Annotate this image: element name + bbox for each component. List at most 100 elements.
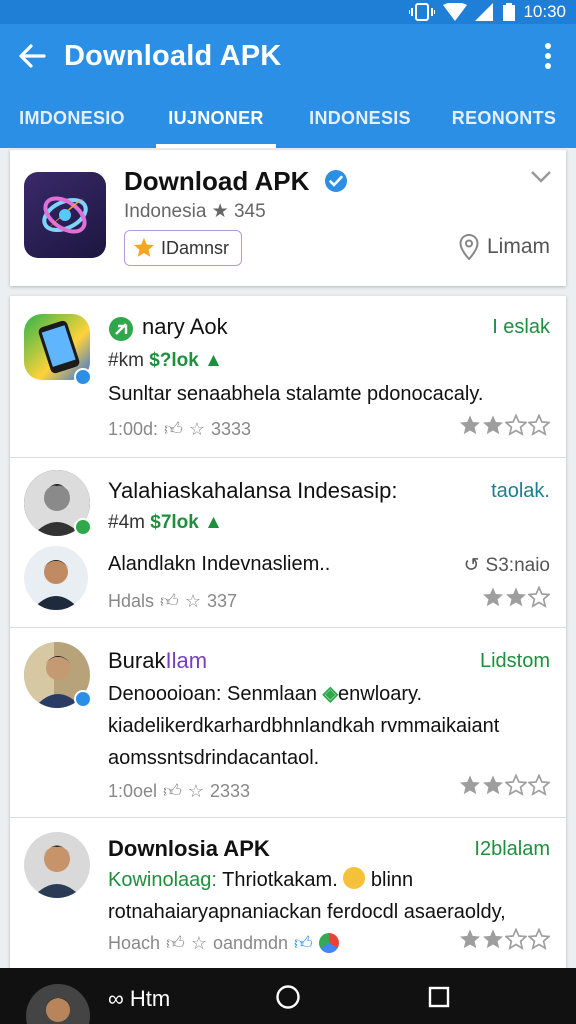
status-dot <box>74 368 92 386</box>
item-description-line: rotnahaiaryapnaniackan ferdocdl asaeraol… <box>108 901 506 923</box>
item-stats: 1:00d: 👍︎ ☆ 3333 <box>108 418 252 440</box>
up-arrow-icon: ▲ <box>204 512 223 533</box>
star-filled-icon <box>460 929 480 949</box>
recent-apps-button[interactable] <box>428 986 450 1008</box>
star-filled-icon <box>483 775 503 795</box>
item-title: nary Aok <box>142 314 228 339</box>
navigation-bar: ∞ Htm <box>0 968 576 1024</box>
tab-iujnoner[interactable]: IUJNONER <box>144 88 288 148</box>
arrow-left-icon <box>19 44 46 68</box>
item-tag: Lidstom <box>479 650 550 672</box>
tab-bar: IMDONESIO IUJNONER INDONESIS REONONTS <box>0 88 576 148</box>
item-title: Yalahiaskahalansa Indesasip: <box>108 478 398 503</box>
item-description-line: aomssntsdrindacantaol. <box>108 747 320 769</box>
star-empty-icon <box>528 414 550 436</box>
star-outline-icon: ☆ <box>184 590 201 611</box>
battery-icon <box>503 3 516 21</box>
profile-avatar[interactable] <box>26 984 90 1024</box>
clock: 10:30 <box>523 2 566 21</box>
star-filled-icon <box>483 929 503 949</box>
more-vert-icon <box>545 43 551 69</box>
star-outline-icon: ☆ <box>190 932 207 953</box>
avatar <box>24 546 88 610</box>
badge-label: IDamnsr <box>161 237 230 258</box>
item-title: BurakIlam <box>108 648 208 673</box>
star-filled-icon <box>460 415 480 435</box>
star-filled-icon <box>460 775 480 795</box>
star-empty-icon <box>528 586 550 608</box>
item-tag: taolak. <box>491 480 550 502</box>
app-header-card[interactable]: Download APK Indonesia ★ 345 IDamnsr Lim… <box>10 150 566 286</box>
location-label: Limam <box>486 235 550 258</box>
item-side-info: ↺ S3:naio <box>463 554 550 577</box>
star-empty-icon <box>505 928 527 950</box>
nav-label[interactable]: ∞ Htm <box>108 986 170 1012</box>
item-title: Downlosia APK <box>108 836 270 861</box>
wifi-icon <box>443 3 468 21</box>
status-bar: 10:30 <box>0 0 576 24</box>
location[interactable]: Limam <box>459 234 550 260</box>
star-icon <box>134 237 154 257</box>
list-item[interactable]: Yalahiaskahalansa Indesasip: taolak. #4m… <box>10 458 566 628</box>
item-stats: Hdals 👍︎ ☆ 337 <box>108 590 238 612</box>
status-dot <box>74 690 92 708</box>
signal-icon <box>475 3 494 21</box>
price-value: $7lok <box>150 512 199 533</box>
globe-icon <box>318 933 339 953</box>
price-value: $?lok <box>149 350 199 371</box>
app-meta: Indonesia ★ 345 <box>124 201 266 222</box>
list-item[interactable]: nary Aok I eslak #km $?lok ▲ Sunltar sen… <box>10 296 566 458</box>
home-button[interactable] <box>275 984 301 1010</box>
link-icon: ◈ <box>322 683 338 705</box>
tab-imdonesio[interactable]: IMDONESIO <box>0 88 144 148</box>
item-stats: Hoach 👍︎ ☆ oandmdn 👍︎ <box>108 932 339 954</box>
up-arrow-icon: ▲ <box>204 350 223 371</box>
item-price: #km $?lok ▲ <box>108 350 223 371</box>
app-bar: Downloald APK <box>0 24 576 88</box>
link-icon: ∞ <box>108 986 124 1011</box>
emoji-icon <box>343 867 366 889</box>
item-description: Alandlakn Indevnasliem.. <box>108 553 331 575</box>
item-description: Denoooioan: Senmlaan ◈enwloary. <box>108 683 423 705</box>
like-icon: 👍︎ <box>294 933 313 953</box>
verified-icon <box>325 170 347 192</box>
list-item[interactable]: Downlosia APK I2blalam Kowinolaag: Thrio… <box>10 818 566 968</box>
page-title: Downloald APK <box>64 39 282 72</box>
tab-reononts[interactable]: REONONTS <box>432 88 576 148</box>
star-filled-icon <box>483 587 503 607</box>
refresh-icon: ↺ <box>463 555 480 576</box>
item-description-line: kiadelikerdkarhardbhnlandkah rvmmaikaian… <box>108 715 500 737</box>
chevron-down-icon[interactable] <box>530 170 552 184</box>
item-price: #4m $7lok ▲ <box>108 512 223 533</box>
star-empty-icon <box>505 774 527 796</box>
star-empty-icon <box>528 928 550 950</box>
item-stats: 1:0oel 👍︎ ☆ 2333 <box>108 780 251 802</box>
item-tag: I2blalam <box>474 838 550 860</box>
item-tag: I eslak <box>492 316 550 338</box>
back-button[interactable] <box>0 24 64 88</box>
location-pin-icon <box>459 234 479 260</box>
category-badge[interactable]: IDamnsr <box>124 230 243 266</box>
star-outline-icon: ☆ <box>188 418 205 439</box>
tab-indonesis[interactable]: INDONESIS <box>288 88 432 148</box>
star-filled-icon <box>483 415 503 435</box>
thumbs-up-icon: 👍︎ <box>163 781 182 801</box>
star-empty-icon <box>505 414 527 436</box>
avatar <box>24 832 90 898</box>
thumbs-up-icon: 👍︎ <box>160 591 179 611</box>
link-icon <box>109 317 133 341</box>
star-filled-icon <box>506 587 526 607</box>
thumbs-up-icon: 👍︎ <box>164 419 183 439</box>
more-options-button[interactable] <box>520 24 576 88</box>
app-name: Download APK <box>124 166 310 196</box>
thumbs-up-icon: 👍︎ <box>166 933 185 953</box>
star-empty-icon <box>528 774 550 796</box>
rating-stars <box>459 928 550 950</box>
list-item[interactable]: BurakIlam Lidstom Denoooioan: Senmlaan ◈… <box>10 628 566 818</box>
vibrate-icon <box>409 3 436 21</box>
rating-stars <box>482 586 550 608</box>
rating-stars <box>459 414 550 436</box>
online-dot <box>74 518 92 536</box>
app-list: nary Aok I eslak #km $?lok ▲ Sunltar sen… <box>10 296 566 968</box>
app-logo <box>24 172 106 258</box>
